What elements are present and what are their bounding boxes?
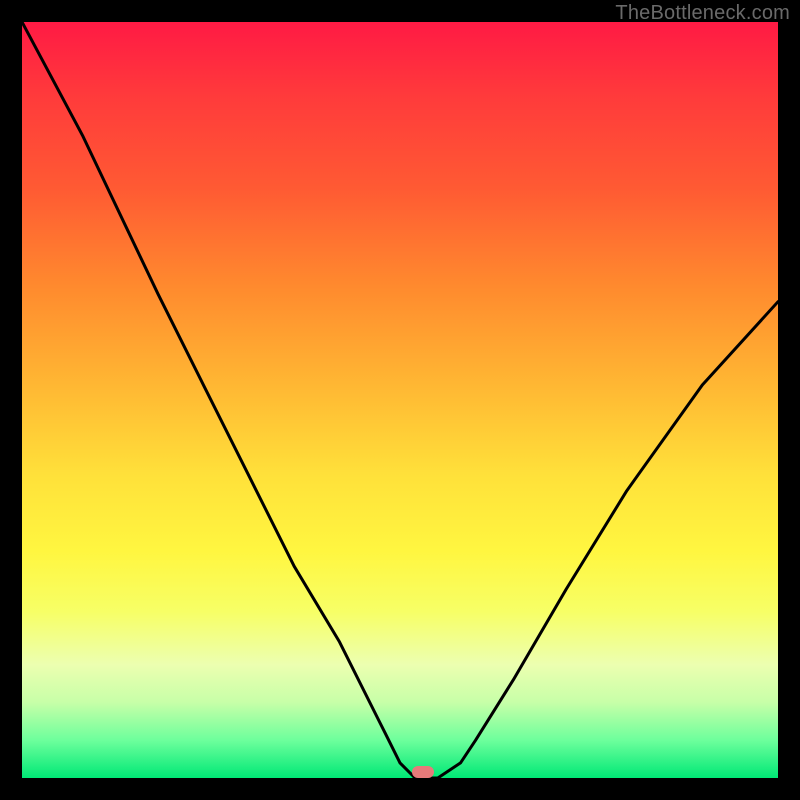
optimum-marker	[412, 766, 434, 778]
watermark-text: TheBottleneck.com	[615, 2, 790, 25]
chart-frame: TheBottleneck.com	[0, 0, 800, 800]
plot-area	[22, 22, 778, 778]
bottleneck-curve	[22, 22, 778, 778]
